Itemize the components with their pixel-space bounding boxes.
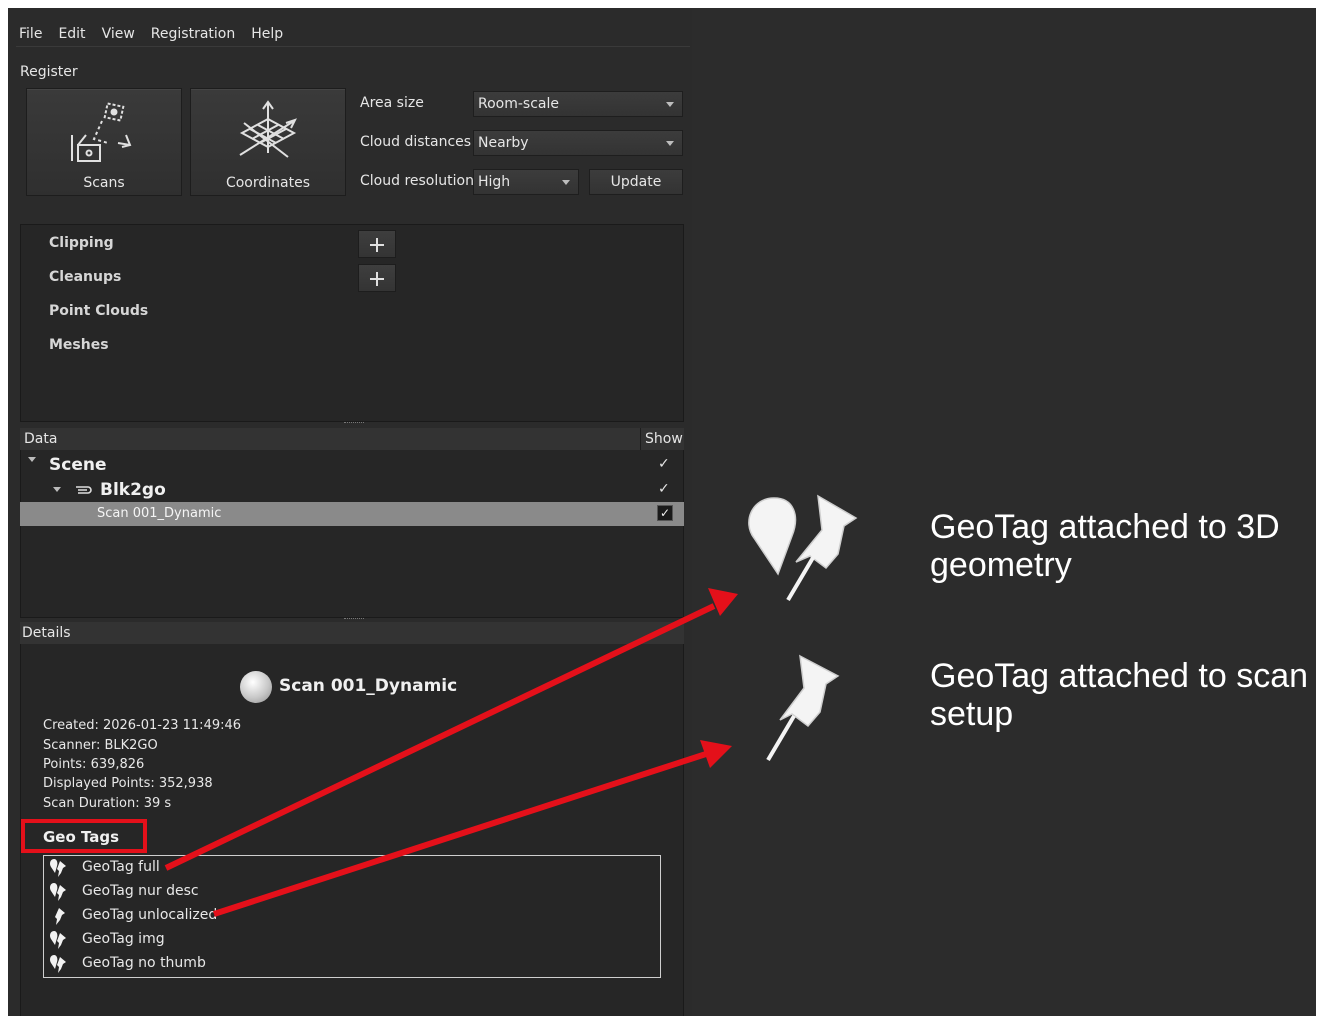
legend-3d-geometry-text: GeoTag attached to 3D geometry	[930, 508, 1280, 584]
geotag-setup-legend-icon	[766, 654, 840, 762]
screenshot-canvas: File Edit View Registration Help Registe…	[8, 8, 1316, 1016]
geotag-3d-legend-icon	[748, 494, 858, 602]
arrow-to-3d-geometry	[164, 588, 738, 871]
legend-scan-setup-text: GeoTag attached to scan setup	[930, 657, 1309, 733]
arrow-to-scan-setup	[213, 740, 732, 917]
